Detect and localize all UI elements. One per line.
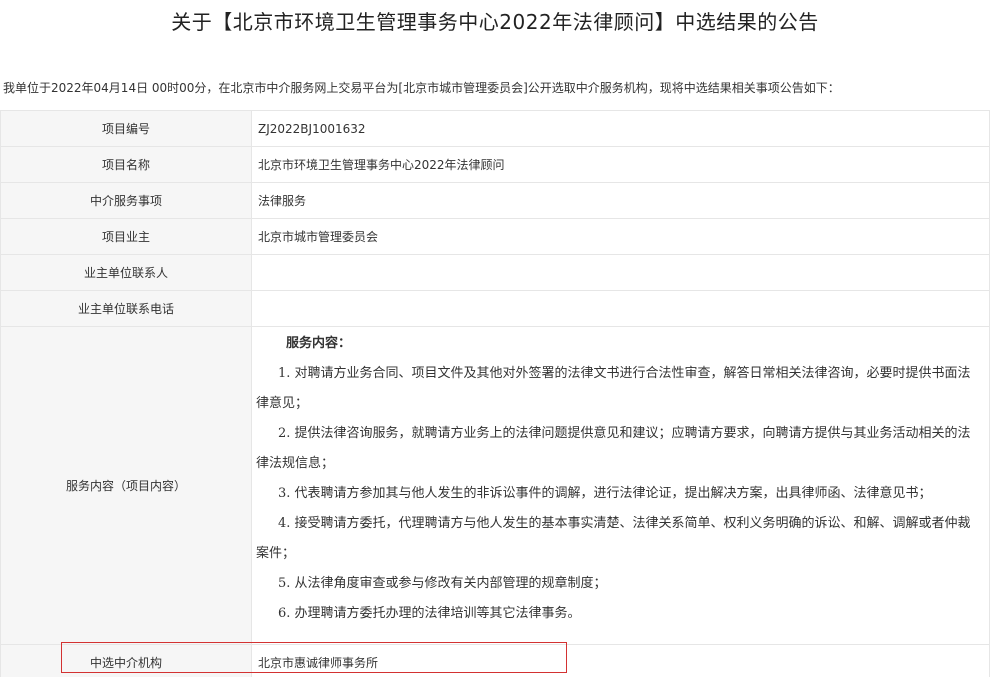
value-project-owner: 北京市城市管理委员会	[251, 218, 990, 255]
label-selected-agency: 中选中介机构	[0, 644, 252, 677]
service-item-3: 3. 代表聘请方参加其与他人发生的非诉讼事件的调解，进行法律论证，提出解决方案，…	[278, 486, 932, 501]
table-row-project-owner: 项目业主 北京市城市管理委员会	[0, 218, 990, 255]
value-service-item: 法律服务	[251, 182, 990, 219]
table-row-service-item: 中介服务事项 法律服务	[0, 182, 990, 219]
label-service-item: 中介服务事项	[0, 182, 252, 219]
label-owner-contact: 业主单位联系人	[0, 254, 252, 291]
label-project-owner: 项目业主	[0, 218, 252, 255]
label-service-content: 服务内容（项目内容）	[0, 326, 252, 645]
service-item-6: 6. 办理聘请方委托办理的法律培训等其它法律事务。	[278, 606, 581, 621]
label-project-name: 项目名称	[0, 146, 252, 183]
label-owner-phone: 业主单位联系电话	[0, 290, 252, 327]
value-service-content: 服务内容： 1. 对聘请方业务合同、项目文件及其他对外签署的法律文书进行合法性审…	[251, 326, 990, 645]
value-project-name: 北京市环境卫生管理事务中心2022年法律顾问	[251, 146, 990, 183]
value-selected-agency: 北京市惠诚律师事务所	[251, 644, 990, 677]
service-item-2: 2. 提供法律咨询服务，就聘请方业务上的法律问题提供意见和建议；应聘请方要求，向…	[256, 426, 971, 471]
announcement-page: 关于【北京市环境卫生管理事务中心2022年法律顾问】中选结果的公告 我单位于20…	[0, 0, 990, 677]
table-row-owner-contact: 业主单位联系人	[0, 254, 990, 291]
value-owner-contact	[251, 254, 990, 291]
value-project-id: ZJ2022BJ1001632	[251, 110, 990, 147]
table-row-service-content: 服务内容（项目内容） 服务内容： 1. 对聘请方业务合同、项目文件及其他对外签署…	[0, 326, 990, 645]
intro-text: 我单位于2022年04月14日 00时00分，在北京市中介服务网上交易平台为[北…	[3, 81, 840, 95]
service-item-1: 1. 对聘请方业务合同、项目文件及其他对外签署的法律文书进行合法性审查，解答日常…	[256, 366, 971, 411]
value-owner-phone	[251, 290, 990, 327]
service-item-5: 5. 从法律角度审查或参与修改有关内部管理的规章制度；	[278, 576, 607, 591]
result-table: 项目编号 ZJ2022BJ1001632 项目名称 北京市环境卫生管理事务中心2…	[0, 110, 990, 677]
page-title: 关于【北京市环境卫生管理事务中心2022年法律顾问】中选结果的公告	[171, 10, 819, 34]
table-row-project-name: 项目名称 北京市环境卫生管理事务中心2022年法律顾问	[0, 146, 990, 183]
service-content-heading: 服务内容：	[286, 336, 352, 351]
table-row-project-id: 项目编号 ZJ2022BJ1001632	[0, 110, 990, 147]
service-content-box: 服务内容： 1. 对聘请方业务合同、项目文件及其他对外签署的法律文书进行合法性审…	[252, 327, 989, 629]
table-row-selected-agency: 中选中介机构 北京市惠诚律师事务所	[0, 644, 990, 677]
label-project-id: 项目编号	[0, 110, 252, 147]
service-item-4: 4. 接受聘请方委托，代理聘请方与他人发生的基本事实清楚、法律关系简单、权利义务…	[256, 516, 971, 561]
table-row-owner-phone: 业主单位联系电话	[0, 290, 990, 327]
